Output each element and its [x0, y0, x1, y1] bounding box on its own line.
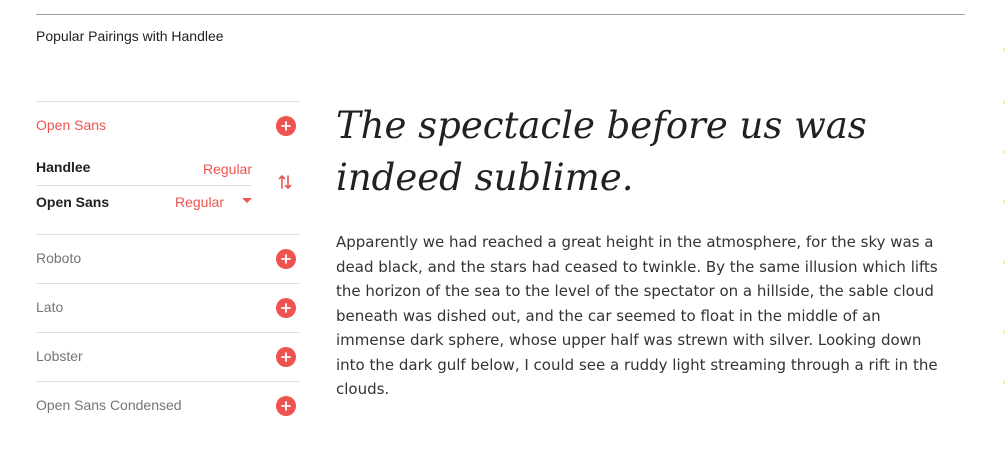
heading-font-row: Handlee Regular [36, 151, 252, 185]
pairing-header[interactable]: Open Sans [36, 102, 300, 150]
pairings-list: Open Sans Handlee Regular Open Sans Regu… [36, 101, 300, 430]
section-title: Popular Pairings with Handlee [36, 28, 224, 44]
pairing-label: Open Sans Condensed [36, 397, 182, 413]
swap-vertical-icon[interactable] [278, 173, 292, 191]
plus-icon [281, 254, 291, 264]
pairing-label: Lobster [36, 348, 83, 364]
pairing-label: Open Sans [36, 117, 107, 133]
caret-down-icon[interactable] [242, 198, 252, 203]
plus-icon [281, 352, 291, 362]
pairing-item-open-sans-condensed[interactable]: Open Sans Condensed [36, 382, 300, 430]
add-pairing-button[interactable] [276, 396, 296, 416]
pairing-label: Roboto [36, 250, 82, 266]
heading-font-name: Handlee [36, 159, 91, 175]
pairing-item-lato[interactable]: Lato [36, 284, 300, 332]
pairing-item-roboto[interactable]: Roboto [36, 235, 300, 283]
plus-icon [281, 121, 291, 131]
body-font-name: Open Sans [36, 194, 110, 210]
preview-headline: The spectacle before us was indeed subli… [336, 104, 867, 199]
body-font-row: Open Sans Regular [36, 185, 252, 220]
plus-icon [281, 303, 291, 313]
add-pairing-button[interactable] [276, 249, 296, 269]
add-pairing-button[interactable] [276, 347, 296, 367]
add-pairing-button[interactable] [276, 116, 296, 136]
pairing-item-lobster[interactable]: Lobster [36, 333, 300, 381]
add-pairing-button[interactable] [276, 298, 296, 318]
plus-icon [281, 401, 291, 411]
preview-body-text: Apparently we had reached a great height… [336, 233, 938, 398]
pairing-label: Lato [36, 299, 64, 315]
body-font-style-select[interactable]: Regular [175, 194, 224, 210]
pairing-item-open-sans[interactable]: Open Sans Handlee Regular Open Sans Regu… [36, 102, 300, 210]
heading-font-style[interactable]: Regular [203, 161, 252, 177]
top-divider [36, 14, 965, 15]
